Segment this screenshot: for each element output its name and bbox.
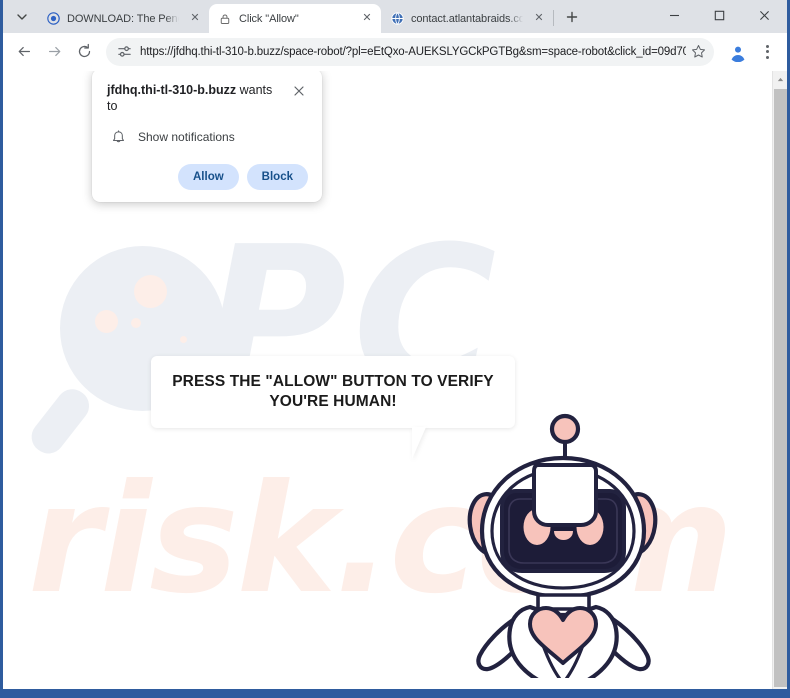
- permission-title: jfdhq.thi-tl-310-b.buzz wants to: [107, 83, 290, 114]
- magnifier-handle-shape: [25, 382, 96, 460]
- chevron-up-icon: [777, 77, 783, 82]
- watermark-dot: [131, 318, 141, 328]
- tab-title: contact.atlantabraids.com/73yj: [411, 12, 523, 25]
- browser-window: DOWNLOAD: The Penguin S01 ✕ Click "Allow…: [0, 0, 790, 698]
- chrome-menu-button[interactable]: [754, 38, 780, 66]
- tab-title: Click "Allow": [239, 12, 299, 25]
- url-text: https://jfdhq.thi-tl-310-b.buzz/space-ro…: [140, 45, 686, 58]
- arrow-left-icon: [18, 46, 30, 57]
- forward-button[interactable]: [40, 38, 68, 66]
- tab-divider: [553, 10, 554, 26]
- plus-icon: [566, 11, 578, 23]
- globe-icon: [390, 12, 404, 26]
- watermark-dot: [180, 336, 187, 343]
- tab-close-button[interactable]: ✕: [187, 11, 203, 27]
- permission-request-row: Show notifications: [107, 128, 308, 146]
- minimize-icon: [670, 14, 679, 17]
- permission-origin: jfdhq.thi-tl-310-b.buzz: [107, 83, 237, 97]
- tab-close-button[interactable]: ✕: [359, 11, 375, 27]
- tab-contact-atlantabraids[interactable]: contact.atlantabraids.com/73yj ✕: [381, 4, 553, 33]
- permission-close-button[interactable]: [290, 82, 308, 100]
- profile-avatar[interactable]: [724, 38, 752, 66]
- close-icon: [760, 11, 769, 20]
- browser-toolbar: https://jfdhq.thi-tl-310-b.buzz/space-ro…: [3, 33, 787, 71]
- notification-permission-dialog: jfdhq.thi-tl-310-b.buzz wants to Show no…: [92, 71, 322, 203]
- watermark-dot: [134, 275, 167, 308]
- scroll-up-button[interactable]: [773, 71, 787, 88]
- tab-close-button[interactable]: ✕: [531, 11, 547, 27]
- window-minimize-button[interactable]: [652, 0, 697, 31]
- page-scrollbar[interactable]: [772, 71, 787, 689]
- back-button[interactable]: [10, 38, 38, 66]
- tab-strip: DOWNLOAD: The Penguin S01 ✕ Click "Allow…: [3, 0, 787, 33]
- arrow-right-icon: [48, 46, 60, 57]
- permission-actions: Allow Block: [107, 164, 308, 191]
- reload-button[interactable]: [70, 38, 98, 66]
- watermark-dot: [95, 310, 118, 333]
- maximize-icon: [714, 10, 725, 21]
- menu-dot: [765, 50, 769, 53]
- permission-request-label: Show notifications: [138, 130, 235, 145]
- bell-icon: [109, 128, 127, 146]
- speech-bubble-text: PRESS THE "ALLOW" BUTTON TO VERIFY YOU'R…: [172, 372, 494, 410]
- space-robot-mascot: [458, 403, 673, 678]
- scrollbar-thumb[interactable]: [774, 89, 787, 687]
- permission-header: jfdhq.thi-tl-310-b.buzz wants to: [107, 83, 308, 114]
- speech-bubble: PRESS THE "ALLOW" BUTTON TO VERIFY YOU'R…: [151, 356, 515, 428]
- tune-sliders-icon[interactable]: [114, 42, 134, 62]
- window-maximize-button[interactable]: [697, 0, 742, 31]
- window-controls: [652, 0, 787, 33]
- reload-icon: [78, 43, 90, 58]
- close-icon: [294, 86, 304, 96]
- globe-blue-icon: [46, 12, 60, 26]
- tab-search-button[interactable]: [9, 4, 35, 30]
- new-tab-button[interactable]: [559, 4, 585, 30]
- speech-bubble-tail: [412, 427, 426, 459]
- allow-button[interactable]: Allow: [178, 164, 239, 191]
- tab-click-allow[interactable]: Click "Allow" ✕: [209, 4, 381, 33]
- bookmark-star-icon[interactable]: [686, 40, 710, 64]
- page-viewport: PC risk.com PRESS THE "ALLOW" BUTTON TO …: [3, 71, 787, 689]
- tab-title: DOWNLOAD: The Penguin S01: [67, 12, 179, 25]
- lock-site-icon: [218, 12, 232, 26]
- profile-avatar-icon: [728, 42, 748, 62]
- chevron-down-icon: [17, 14, 27, 20]
- block-button[interactable]: Block: [246, 164, 308, 191]
- tab-download-the-penguin[interactable]: DOWNLOAD: The Penguin S01 ✕: [37, 4, 209, 33]
- window-close-button[interactable]: [742, 0, 787, 31]
- menu-dot: [765, 55, 769, 59]
- menu-dot: [765, 44, 769, 48]
- address-bar[interactable]: https://jfdhq.thi-tl-310-b.buzz/space-ro…: [106, 37, 714, 66]
